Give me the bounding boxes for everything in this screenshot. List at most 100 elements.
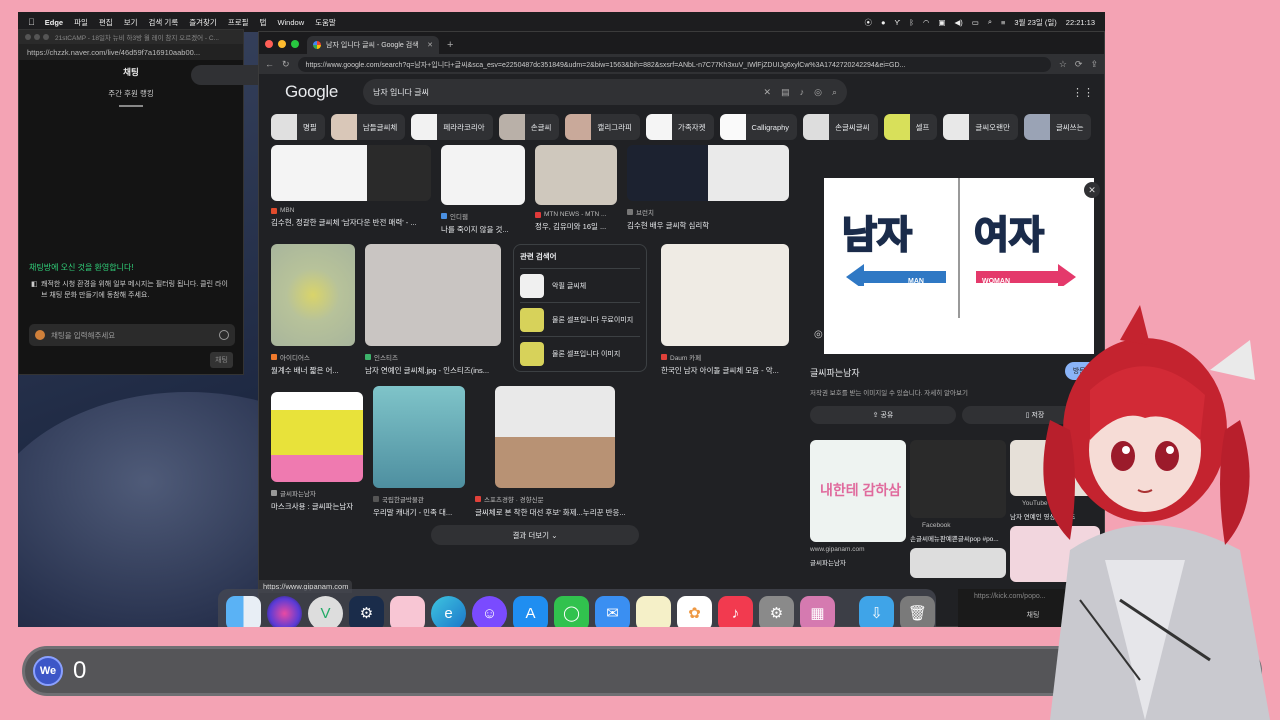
control-icon[interactable]: ● <box>881 18 886 27</box>
chat-send-button[interactable]: 채팅 <box>210 352 233 368</box>
menu-time[interactable]: 22:21:13 <box>1066 18 1095 27</box>
steam-icon[interactable]: ⚙ <box>349 595 384 627</box>
menu-profile[interactable]: 프로필 <box>228 17 249 28</box>
back-icon[interactable]: ← <box>265 59 274 69</box>
result-image[interactable] <box>271 244 355 346</box>
menu-history[interactable]: 검색 기록 <box>149 17 179 28</box>
control-center-icon[interactable]: ≡ <box>1001 18 1005 27</box>
downloads-folder-icon[interactable]: ⇩ <box>859 595 894 627</box>
chip-item[interactable]: 페라라코리아 <box>411 114 493 140</box>
result-image[interactable] <box>271 392 363 482</box>
apps-grid-icon[interactable]: ⋮⋮ <box>1072 86 1094 99</box>
result-image[interactable] <box>441 145 525 205</box>
launchpad-icon[interactable]: ▦ <box>800 595 835 627</box>
menu-date[interactable]: 3월 23일 (일) <box>1014 17 1056 28</box>
search-icon[interactable]: ⌕ <box>832 87 837 98</box>
google-logo[interactable]: Google <box>285 82 363 102</box>
bluetooth-icon[interactable]: ᛒ <box>909 18 914 27</box>
finder-icon[interactable] <box>226 595 261 627</box>
window-controls[interactable] <box>265 40 299 48</box>
maximize-icon[interactable] <box>291 40 299 48</box>
settings-icon[interactable]: ⚙ <box>759 595 794 627</box>
result-card[interactable]: 아이디어스 월계수 배너 짧은 어... <box>271 244 355 376</box>
similar-image[interactable]: 내한테 감하삼 <box>810 440 906 542</box>
more-results-button[interactable]: 결과 더보기 ⌄ <box>431 525 639 545</box>
ghost-icon[interactable]: ☺ <box>472 595 507 627</box>
mail-icon[interactable]: ✉ <box>595 595 630 627</box>
minimize-icon[interactable] <box>278 40 286 48</box>
result-card[interactable]: 인디웹 나를 죽이지 않을 것... <box>441 145 525 235</box>
result-image[interactable] <box>535 145 617 205</box>
result-caption[interactable]: 정우, 김유미와 16일 ... <box>535 221 617 232</box>
photos-icon[interactable]: ✿ <box>677 595 712 627</box>
similar-caption[interactable]: 글씨파는남자 <box>810 557 846 567</box>
menu-file[interactable]: 파일 <box>74 17 88 28</box>
battery-icon[interactable]: ▭ <box>972 18 979 27</box>
result-image[interactable] <box>365 244 501 346</box>
vtube-icon[interactable] <box>390 595 425 627</box>
volume-icon[interactable]: ◀) <box>954 18 962 27</box>
chip-item[interactable]: 명필 <box>271 114 325 140</box>
close-icon[interactable] <box>265 40 273 48</box>
result-card[interactable]: 글씨파는남자 마스크사용 : 글씨파는남자 <box>271 392 363 512</box>
menu-edit[interactable]: 편집 <box>99 17 113 28</box>
window-controls[interactable] <box>25 34 49 40</box>
result-image[interactable] <box>373 386 465 488</box>
app-store-icon[interactable]: A <box>513 595 548 627</box>
result-card[interactable]: 스포츠경향 · 경향신문 글씨체로 본 착한 대선 후보' 화제...누리꾼 반… <box>475 386 635 518</box>
related-item[interactable]: 물론 셀프입니다 무료이미지 <box>520 302 640 336</box>
wifi-icon[interactable]: ◠ <box>923 18 930 27</box>
result-image[interactable] <box>271 145 431 201</box>
chat-url[interactable]: https://chzzk.naver.com/live/46d59f7a169… <box>19 44 243 60</box>
search-icon[interactable]: ⌕ <box>988 17 992 27</box>
menu-window[interactable]: Window <box>277 18 304 27</box>
related-item[interactable]: 물론 셀프입니다 이미지 <box>520 336 640 370</box>
chip-item[interactable]: 셀프 <box>883 114 938 140</box>
result-card[interactable]: Daum 카페 한국인 남자 아이돌 글씨체 모음 - 악... <box>661 244 789 376</box>
music-icon[interactable]: ♪ <box>718 595 753 627</box>
emoji-icon[interactable] <box>219 330 229 340</box>
result-card[interactable]: MBN 김수현, 정갈한 글씨체 '남자다운 반전 매력' - ... <box>271 145 431 228</box>
new-tab-icon[interactable]: + <box>447 39 453 51</box>
chat-ranking-tab[interactable]: 주간 후원 랭킹 <box>19 82 243 113</box>
keyboard-icon[interactable]: ▣ <box>938 18 945 27</box>
chip-item[interactable]: 글씨오랜만 <box>943 114 1018 140</box>
close-icon[interactable]: ✕ <box>1084 182 1100 198</box>
result-caption[interactable]: 김수현 배우 글씨학 심리학 <box>627 220 789 231</box>
search-input[interactable]: 남자 입니다 글씨 <box>373 87 754 98</box>
panel-title[interactable]: 글씨파는남자 <box>810 366 860 379</box>
result-card[interactable]: 브런치 김수현 배우 글씨학 심리학 <box>627 145 789 231</box>
edge-icon[interactable]: e <box>431 595 466 627</box>
chip-item[interactable]: 남들글씨체 <box>330 114 406 140</box>
chip-item[interactable]: 캘리그라피 <box>565 114 640 140</box>
keyboard-icon[interactable]: ▤ <box>781 87 790 98</box>
menu-help[interactable]: 도움말 <box>315 17 336 28</box>
menu-tab[interactable]: 탭 <box>260 17 267 28</box>
reload-icon[interactable]: ↻ <box>282 59 290 70</box>
lens-icon[interactable]: ◎ <box>814 329 823 340</box>
result-image[interactable] <box>627 145 789 201</box>
vivaldi-icon[interactable]: V <box>308 595 343 627</box>
chip-item[interactable]: Calligraphy <box>719 114 798 140</box>
result-card[interactable]: MTN NEWS - MTN ... 정우, 김유미와 16일 ... <box>535 145 617 232</box>
result-caption[interactable]: 글씨체로 본 착한 대선 후보' 화제...누리꾼 반응... <box>475 507 635 518</box>
result-caption[interactable]: 한국인 남자 아이돌 글씨체 모음 - 악... <box>661 365 789 376</box>
result-caption[interactable]: 우리말 캐내기 - 민족 대... <box>373 507 465 518</box>
result-caption[interactable]: 나를 죽이지 않을 것... <box>441 224 525 235</box>
menu-app-name[interactable]: Edge <box>45 18 63 27</box>
search-box[interactable]: 남자 입니다 글씨 ✕ ▤ ♪ ◎ ⌕ <box>363 79 847 105</box>
share-icon[interactable]: ⇪ <box>1090 59 1098 70</box>
share-button[interactable]: ⇪ 공유 <box>810 406 956 424</box>
chip-item[interactable]: 가족자켓 <box>645 114 714 140</box>
result-caption[interactable]: 월계수 배너 짧은 어... <box>271 365 355 376</box>
lens-icon[interactable]: ◎ <box>814 87 822 98</box>
tab-close-icon[interactable]: ✕ <box>427 41 433 49</box>
apple-icon[interactable]:  <box>28 17 35 27</box>
similar-image[interactable] <box>910 440 1006 518</box>
chip-item[interactable]: 손글씨글씨 <box>803 114 878 140</box>
related-item[interactable]: 악필 글씨체 <box>520 268 640 302</box>
chip-item[interactable]: 손글씨 <box>498 114 560 140</box>
result-image[interactable] <box>661 244 789 346</box>
chat-input[interactable]: 채팅을 입력해주세요 <box>29 324 235 346</box>
result-image[interactable] <box>495 386 615 488</box>
